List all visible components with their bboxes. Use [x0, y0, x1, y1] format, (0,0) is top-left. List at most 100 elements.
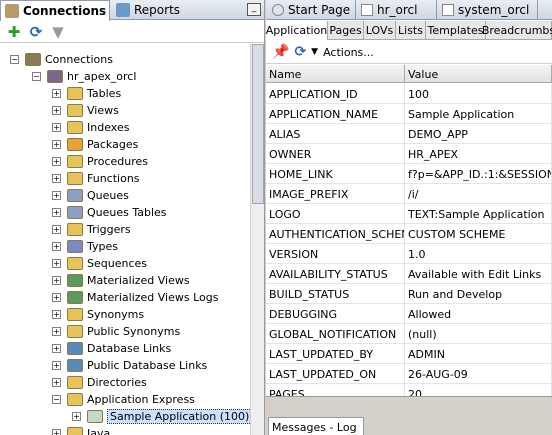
tree-node[interactable]: + Packages	[52, 136, 138, 153]
expand-icon[interactable]: +	[52, 293, 61, 302]
tree-node[interactable]: + Functions	[52, 170, 140, 187]
tree-node[interactable]: + Sample Application (100)	[72, 408, 250, 425]
tree-node[interactable]: + Synonyms	[52, 306, 144, 323]
expand-icon[interactable]: +	[52, 89, 61, 98]
tab-connections[interactable]: Connections	[0, 0, 110, 21]
scrollbar-thumb[interactable]	[252, 44, 264, 204]
tree-node[interactable]: + Queues	[52, 187, 129, 204]
expand-icon[interactable]: +	[52, 429, 61, 435]
column-header-name[interactable]: Name	[266, 65, 405, 83]
tab-breadcrumbs[interactable]: Breadcrumbs	[482, 21, 552, 40]
document-tabbar: Start Page hr_orcl system_orcl	[266, 0, 552, 20]
tab-lovs[interactable]: LOVs	[364, 21, 396, 40]
expand-icon[interactable]: +	[52, 259, 61, 268]
tree-node[interactable]: − Application Express	[52, 391, 195, 408]
expand-icon[interactable]: +	[52, 106, 61, 115]
table-row[interactable]: AVAILABILITY_STATUS Available with Edit L…	[266, 264, 552, 284]
tab-system-orcl[interactable]: system_orcl	[438, 0, 538, 20]
refresh-icon[interactable]: ⟳	[294, 44, 306, 60]
tree-node[interactable]: − Connections	[10, 51, 113, 68]
expand-icon[interactable]: +	[52, 242, 61, 251]
tree-node[interactable]: − hr_apex_orcl	[32, 68, 136, 85]
folder-icon	[67, 223, 83, 236]
tab-application[interactable]: Application	[266, 21, 328, 40]
tree-node[interactable]: + Materialized Views Logs	[52, 289, 218, 306]
table-row[interactable]: LAST_UPDATED_BY ADMIN	[266, 344, 552, 364]
table-row[interactable]: OWNER HR_APEX	[266, 144, 552, 164]
expand-icon[interactable]: +	[72, 412, 81, 421]
pin-icon[interactable]: 📌	[272, 44, 289, 60]
tree-node[interactable]: + Triggers	[52, 221, 131, 238]
tree-node[interactable]: + Types	[52, 238, 118, 255]
table-row[interactable]: VERSION 1.0	[266, 244, 552, 264]
tree-node[interactable]: + Java	[52, 425, 110, 435]
table-row[interactable]: IMAGE_PREFIX/i/	[266, 184, 552, 204]
tree-node[interactable]: + Public Database Links	[52, 357, 207, 374]
tree-node-label: Queues	[87, 189, 129, 202]
tree-node[interactable]: + Materialized Views	[52, 272, 190, 289]
collapse-icon[interactable]: −	[52, 395, 61, 404]
property-value: 100	[405, 84, 552, 104]
tree-node[interactable]: + Tables	[52, 85, 121, 102]
tree-node[interactable]: + Procedures	[52, 153, 148, 170]
expand-icon[interactable]: +	[52, 157, 61, 166]
tree-node[interactable]: + Views	[52, 102, 119, 119]
actions-menu[interactable]: Actions...	[323, 46, 374, 59]
tree-node[interactable]: + Public Synonyms	[52, 323, 180, 340]
table-row[interactable]: ALIAS DEMO_APP	[266, 124, 552, 144]
expand-icon[interactable]: +	[52, 208, 61, 217]
expand-icon[interactable]: +	[52, 327, 61, 336]
table-row[interactable]: AUTHENTICATION_SCHEME CUSTOM SCHEME	[266, 224, 552, 244]
tab-reports[interactable]: Reports	[112, 0, 232, 20]
filter-icon[interactable]: ▼	[50, 23, 66, 41]
expand-icon[interactable]: +	[52, 140, 61, 149]
expand-icon[interactable]: +	[52, 276, 61, 285]
tree-node[interactable]: + Directories	[52, 374, 147, 391]
tab-pages[interactable]: Pages	[328, 21, 364, 40]
grid-header: Name Value	[266, 65, 552, 83]
table-row[interactable]: PAGES 20	[266, 384, 552, 396]
table-row[interactable]: APPLICATION_ID 100	[266, 84, 552, 104]
tab-templates[interactable]: Templates	[426, 21, 486, 40]
folder-icon	[67, 308, 83, 321]
tree-node[interactable]: + Indexes	[52, 119, 129, 136]
collapse-icon[interactable]: −	[32, 72, 41, 81]
expand-icon[interactable]: +	[52, 191, 61, 200]
expand-icon[interactable]: +	[52, 174, 61, 183]
expand-icon[interactable]: +	[52, 123, 61, 132]
tab-hr-orcl[interactable]: hr_orcl	[357, 0, 437, 20]
table-row[interactable]: LAST_UPDATED_ON 26-AUG-09	[266, 364, 552, 384]
tab-lists[interactable]: Lists	[396, 21, 426, 40]
folder-icon	[67, 155, 83, 168]
table-row[interactable]: LOGO TEXT:Sample Application	[266, 204, 552, 224]
property-name: VERSION	[266, 244, 405, 264]
column-header-value[interactable]: Value	[405, 65, 552, 83]
table-row[interactable]: GLOBAL_NOTIFICATION (null)	[266, 324, 552, 344]
expand-icon[interactable]: +	[52, 310, 61, 319]
tab-start-page[interactable]: Start Page	[268, 0, 356, 20]
tree-node[interactable]: + Sequences	[52, 255, 147, 272]
chevron-down-icon[interactable]: ▼	[311, 47, 318, 57]
panel-tabbar: Connections Reports _	[0, 0, 264, 21]
tree-node[interactable]: + Queues Tables	[52, 204, 167, 221]
property-name: AUTHENTICATION_SCHEME	[266, 224, 405, 244]
expand-icon[interactable]: +	[52, 225, 61, 234]
expand-icon[interactable]: +	[52, 378, 61, 387]
add-connection-icon[interactable]: ✚	[6, 23, 22, 41]
table-row[interactable]: DEBUGGING Allowed	[266, 304, 552, 324]
connections-toolbar: ✚ ⟳ ▼	[0, 21, 264, 43]
table-row[interactable]: HOME_LINK f?p=&APP_ID.:1:&SESSION.	[266, 164, 552, 184]
expand-icon[interactable]: +	[52, 361, 61, 370]
table-row[interactable]: BUILD_STATUS Run and Develop	[266, 284, 552, 304]
refresh-icon[interactable]: ⟳	[28, 23, 44, 41]
tree-scrollbar[interactable]	[250, 44, 264, 435]
minimize-button[interactable]: _	[247, 3, 261, 16]
tab-label: system_orcl	[458, 3, 530, 17]
tab-messages-log[interactable]: Messages - Log	[268, 417, 364, 435]
tree-node[interactable]: + Database Links	[52, 340, 171, 357]
property-name: DEBUGGING	[266, 304, 405, 324]
collapse-icon[interactable]: −	[10, 55, 19, 64]
property-name: GLOBAL_NOTIFICATION	[266, 324, 405, 344]
table-row[interactable]: APPLICATION_NAME Sample Application	[266, 104, 552, 124]
expand-icon[interactable]: +	[52, 344, 61, 353]
